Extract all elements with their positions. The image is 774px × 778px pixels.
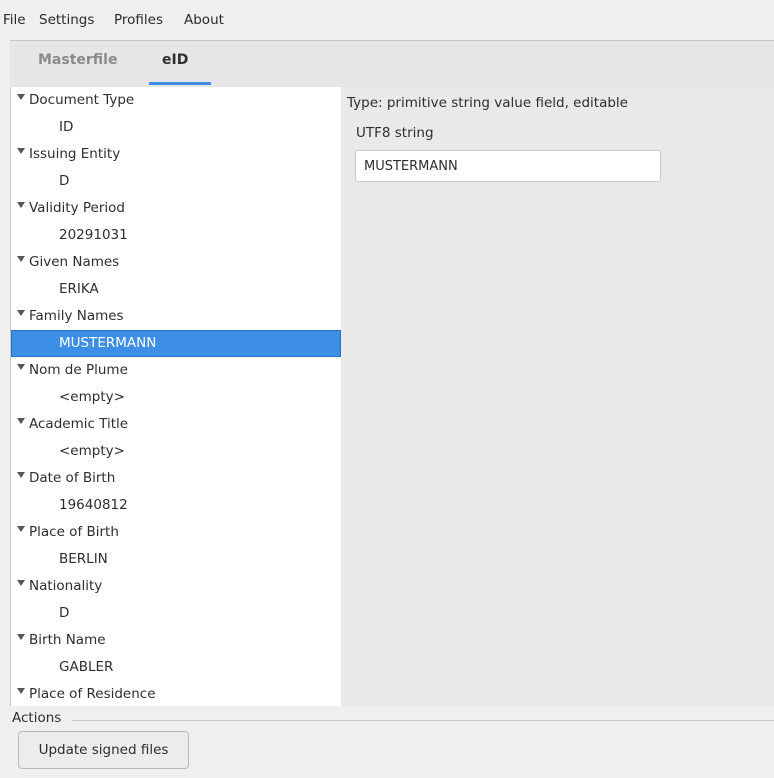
- tree-node-label: Family Names: [29, 308, 124, 324]
- tree-leaf-value: ERIKA: [59, 281, 99, 297]
- tree-node[interactable]: Place of Birth: [11, 519, 341, 546]
- expand-arrow-icon[interactable]: [17, 418, 25, 424]
- expand-arrow-icon[interactable]: [17, 364, 25, 370]
- expand-arrow-icon[interactable]: [17, 256, 25, 262]
- tab-masterfile[interactable]: Masterfile: [38, 52, 117, 68]
- menu-profiles[interactable]: Profiles: [114, 12, 163, 28]
- tree-leaf[interactable]: ERIKA: [11, 276, 341, 303]
- tree-node-label: Nationality: [29, 578, 103, 594]
- tree-leaf-value: <empty>: [59, 443, 125, 459]
- tree-node-label: Birth Name: [29, 632, 106, 648]
- tree-node[interactable]: Given Names: [11, 249, 341, 276]
- actions-title: Actions: [12, 710, 64, 726]
- tree-node-label: Given Names: [29, 254, 120, 270]
- tree-node-label: Place of Birth: [29, 524, 119, 540]
- actions-group: Actions Update signed files: [0, 706, 774, 778]
- tree-node[interactable]: Birth Name: [11, 627, 341, 654]
- expand-arrow-icon[interactable]: [17, 688, 25, 694]
- tree-leaf-value: GABLER: [59, 659, 114, 675]
- tree-leaf-value: 20291031: [59, 227, 128, 243]
- tree-node-label: Date of Birth: [29, 470, 116, 486]
- expand-arrow-icon[interactable]: [17, 472, 25, 478]
- tree-leaf-value: 19640812: [59, 497, 128, 513]
- actions-divider: [72, 720, 774, 721]
- expand-arrow-icon[interactable]: [17, 202, 25, 208]
- tree-node[interactable]: Family Names: [11, 303, 341, 330]
- field-value-input[interactable]: [355, 150, 661, 182]
- detail-panel: Type: primitive string value field, edit…: [341, 87, 774, 706]
- tree-leaf-value: <empty>: [59, 389, 125, 405]
- tree-leaf[interactable]: ID: [11, 114, 341, 141]
- tree-node[interactable]: Academic Title: [11, 411, 341, 438]
- tree-leaf[interactable]: 19640812: [11, 492, 341, 519]
- tree-leaf[interactable]: BERLIN: [11, 546, 341, 573]
- tree-leaf-value: D: [59, 605, 70, 621]
- menu-file[interactable]: File: [3, 12, 26, 28]
- tree-node[interactable]: Validity Period: [11, 195, 341, 222]
- tree-node[interactable]: Place of Residence: [11, 681, 341, 706]
- menu-about[interactable]: About: [184, 12, 224, 28]
- tree-leaf[interactable]: GABLER: [11, 654, 341, 681]
- data-group-tree[interactable]: Document Type ID Issuing Entity D Validity P…: [10, 87, 342, 706]
- tree-node-label: Place of Residence: [29, 686, 156, 702]
- tree-leaf[interactable]: 20291031: [11, 222, 341, 249]
- main-content: Masterfile eID Document Type ID Issuing En…: [10, 40, 774, 706]
- active-tab-indicator: [149, 82, 211, 85]
- expand-arrow-icon[interactable]: [17, 526, 25, 532]
- tree-leaf-value: ID: [59, 119, 74, 135]
- tree-node[interactable]: Date of Birth: [11, 465, 341, 492]
- tree-node[interactable]: Document Type: [11, 87, 341, 114]
- expand-arrow-icon[interactable]: [17, 580, 25, 586]
- tree-node-label: Nom de Plume: [29, 362, 128, 378]
- tree-node-label: Validity Period: [29, 200, 125, 216]
- tree-node-label: Document Type: [29, 92, 135, 108]
- tree-leaf-selected[interactable]: MUSTERMANN: [11, 330, 341, 357]
- tree-node[interactable]: Issuing Entity: [11, 141, 341, 168]
- tree-leaf[interactable]: <empty>: [11, 384, 341, 411]
- tree-leaf-value: D: [59, 173, 70, 189]
- tab-eid[interactable]: eID: [162, 52, 188, 68]
- tree-leaf[interactable]: <empty>: [11, 438, 341, 465]
- expand-arrow-icon[interactable]: [17, 634, 25, 640]
- expand-arrow-icon[interactable]: [17, 310, 25, 316]
- tree-node-label: Issuing Entity: [29, 146, 121, 162]
- menu-settings[interactable]: Settings: [39, 12, 94, 28]
- tab-bar: Masterfile eID: [10, 40, 774, 88]
- menu-bar: File Settings Profiles About: [0, 0, 774, 40]
- field-type-text: Type: primitive string value field, edit…: [347, 95, 628, 111]
- update-signed-files-button[interactable]: Update signed files: [18, 731, 189, 769]
- tree-node-label: Academic Title: [29, 416, 129, 432]
- field-encoding-label: UTF8 string: [356, 125, 434, 141]
- tree-node[interactable]: Nationality: [11, 573, 341, 600]
- tree-node[interactable]: Nom de Plume: [11, 357, 341, 384]
- tree-leaf[interactable]: D: [11, 600, 341, 627]
- expand-arrow-icon[interactable]: [17, 94, 25, 100]
- expand-arrow-icon[interactable]: [17, 148, 25, 154]
- tree-leaf-value: MUSTERMANN: [59, 335, 157, 351]
- tree-leaf[interactable]: D: [11, 168, 341, 195]
- tree-leaf-value: BERLIN: [59, 551, 108, 567]
